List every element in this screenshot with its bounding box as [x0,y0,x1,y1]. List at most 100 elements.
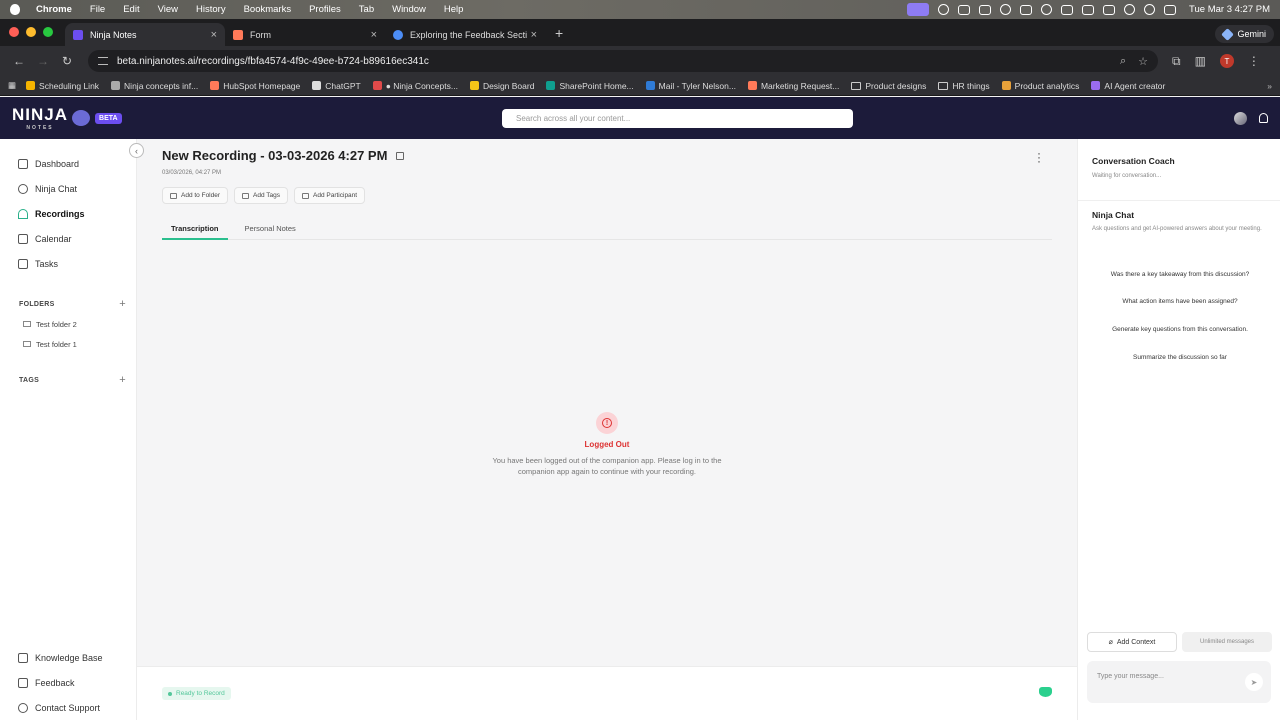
bookmark-label: ChatGPT [325,80,361,91]
suggestion-summarize[interactable]: Summarize the discussion so far [1092,354,1268,361]
bookmark-item[interactable]: HubSpot Homepage [210,81,300,91]
tab-ninja-notes[interactable]: Ninja Notes × [65,23,225,46]
tab-close-icon[interactable]: × [371,29,377,41]
sidebar-item-recordings[interactable]: Recordings [0,201,136,226]
user-avatar[interactable] [1234,111,1247,125]
forward-arrow-icon[interactable]: → [34,54,52,68]
profile-avatar[interactable]: T [1219,54,1234,68]
edit-icon[interactable] [396,151,405,160]
ninja-notes-logo[interactable]: NINJA NOTES [12,105,91,131]
menu-bookmarks[interactable]: Bookmarks [244,4,292,15]
camera-icon[interactable] [958,4,971,15]
extension-icon[interactable] [979,4,992,15]
menu-window[interactable]: Window [392,4,426,15]
sidebar-item-dashboard[interactable]: Dashboard [0,151,136,176]
sidebar-item-ninja-chat[interactable]: Ninja Chat [0,176,136,201]
screen-record-icon[interactable] [907,3,930,16]
sidebar-item-feedback[interactable]: Feedback [0,670,136,695]
collapse-sidebar-button[interactable]: ‹ [129,143,144,158]
right-panel: Conversation Coach Waiting for conversat… [1077,139,1280,720]
apps-grid-icon[interactable]: ▦ [8,80,16,91]
add-tag-button[interactable]: + [119,374,126,386]
reload-icon[interactable]: ↻ [58,54,76,68]
tab-transcription[interactable]: Transcription [162,220,228,240]
menu-tab[interactable]: Tab [359,4,374,15]
sidebar-item-knowledge-base[interactable]: Knowledge Base [0,645,136,670]
bookmark-item[interactable]: ● Ninja Concepts... [372,81,458,91]
keyboard-icon[interactable] [1082,4,1095,15]
bookmark-item[interactable]: Mail - Tyler Nelson... [645,81,736,91]
extensions-icon[interactable]: ⧉ [1172,54,1181,69]
menu-app-chrome[interactable]: Chrome [36,4,72,15]
ninja-notes-favicon-icon [73,29,83,40]
folder-label: Test folder 1 [36,339,77,349]
control-center-icon[interactable] [1164,4,1177,15]
apple-icon[interactable] [10,4,20,15]
tab-personal-notes[interactable]: Personal Notes [236,220,305,240]
ninja-mini-logo-icon[interactable] [1039,687,1052,697]
wifi-icon[interactable] [1124,4,1136,15]
bookmark-item[interactable]: Product designs [851,81,926,91]
suggestion-action-items[interactable]: What action items have been assigned? [1092,298,1268,305]
bookmark-item[interactable]: AI Agent creator [1091,81,1165,91]
zoom-icon[interactable]: ⌕ [1120,55,1126,68]
sync-icon[interactable] [1000,4,1012,15]
bookmark-item[interactable]: Ninja concepts inf... [111,81,198,91]
add-folder-button[interactable]: + [119,298,126,310]
tab-exploring-feedback[interactable]: Exploring the Feedback Secti × [385,23,545,46]
menu-file[interactable]: File [90,4,105,15]
menu-history[interactable]: History [196,4,226,15]
send-icon[interactable]: ➤ [1245,673,1263,691]
suggestion-key-questions[interactable]: Generate key questions from this convers… [1092,326,1268,333]
controls-icon[interactable] [1061,4,1074,15]
folders-heading-label: FOLDERS [19,300,55,308]
bookmark-item[interactable]: HR things [938,81,990,91]
bookmark-item[interactable]: Scheduling Link [26,81,99,91]
add-participant-button[interactable]: Add Participant [294,187,366,204]
battery-icon[interactable] [1103,4,1116,15]
global-search-input[interactable]: Search across all your content... [502,109,853,128]
bookmark-item[interactable]: Design Board [469,81,534,91]
shield-icon[interactable] [938,4,950,15]
folder-item[interactable]: Test folder 1 [0,334,136,354]
site-info-icon[interactable] [98,57,108,65]
sidebar-item-contact-support[interactable]: Contact Support [0,695,136,720]
tab-form[interactable]: Form × [225,23,385,46]
menu-edit[interactable]: Edit [123,4,139,15]
close-window-button[interactable] [9,27,19,37]
address-bar[interactable]: beta.ninjanotes.ai/recordings/fbfa4574-4… [88,50,1158,72]
bookmark-item[interactable]: Marketing Request... [747,81,839,91]
menu-profiles[interactable]: Profiles [309,4,341,15]
add-to-folder-button[interactable]: Add to Folder [162,187,229,204]
suggestion-key-takeaway[interactable]: Was there a key takeaway from this discu… [1092,271,1268,278]
menubar-clock[interactable]: Tue Mar 3 4:27 PM [1189,4,1270,15]
new-tab-button[interactable]: + [545,25,563,46]
bookmark-item[interactable]: ChatGPT [312,80,361,91]
tab-close-icon[interactable]: × [531,29,537,41]
folder-item[interactable]: Test folder 2 [0,314,136,334]
bookmarks-overflow-icon[interactable]: » [1267,81,1272,91]
menu-view[interactable]: View [158,4,178,15]
chat-message-input[interactable]: Type your message... ➤ [1087,661,1271,703]
more-options-icon[interactable]: · · · [1037,147,1041,167]
browser-menu-icon[interactable]: ⋮ [1248,54,1260,68]
bookmark-item[interactable]: Product analytics [1001,81,1079,91]
add-tags-button[interactable]: Add Tags [234,187,289,204]
back-arrow-icon[interactable]: ← [10,54,28,68]
bell-icon[interactable] [1259,113,1268,123]
menu-help[interactable]: Help [444,4,464,15]
zoom-window-button[interactable] [43,27,53,37]
side-panel-icon[interactable]: ▥ [1195,54,1206,68]
minimize-window-button[interactable] [26,27,36,37]
sidebar-item-calendar[interactable]: Calendar [0,226,136,251]
spotlight-search-icon[interactable] [1144,4,1156,15]
cloud-icon[interactable] [1020,4,1033,15]
gemini-button[interactable]: Gemini [1215,25,1274,43]
bookmark-item[interactable]: SharePoint Home... [546,80,634,91]
bookmark-star-icon[interactable]: ☆ [1138,55,1148,68]
play-icon[interactable] [1041,4,1053,15]
add-context-button[interactable]: ⌀ Add Context [1087,632,1177,652]
sidebar-item-tasks[interactable]: Tasks [0,251,136,276]
bookmark-label: SharePoint Home... [559,80,634,91]
tab-close-icon[interactable]: × [211,29,217,41]
